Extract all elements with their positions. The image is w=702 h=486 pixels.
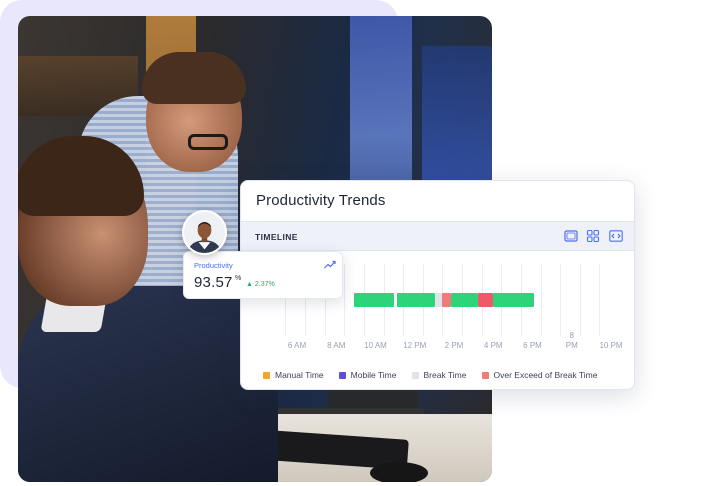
timeline-legend: Manual Time Mobile Time Break Time Over Exc… xyxy=(263,369,612,381)
tick-label: 6 AM xyxy=(287,341,307,350)
tick-label: 10 AM xyxy=(364,341,387,350)
timeline-segment-manual[interactable] xyxy=(354,293,394,307)
legend-item: Break Time xyxy=(411,370,467,380)
productivity-value: 93.57 xyxy=(194,274,233,291)
user-portrait-icon xyxy=(184,212,225,253)
legend-label: Manual Time xyxy=(275,370,324,380)
legend-label: Break Time xyxy=(423,370,467,380)
legend-swatch xyxy=(338,371,346,379)
productivity-unit: % xyxy=(235,275,242,282)
grid-line xyxy=(344,264,346,336)
timeline-segment-over-exceed[interactable] xyxy=(442,293,452,307)
grid-line xyxy=(599,264,601,336)
screen-icon[interactable] xyxy=(564,230,578,242)
tick-label: 10 PM xyxy=(599,341,623,350)
legend-swatch xyxy=(263,371,270,379)
legend-swatch xyxy=(411,371,419,379)
productivity-change: ▲ 2.37% xyxy=(246,281,275,288)
timeline-segment-manual[interactable] xyxy=(492,293,534,307)
photo-mouse xyxy=(370,462,428,482)
panel-title: Productivity Trends xyxy=(256,192,386,209)
legend-item: Mobile Time xyxy=(338,370,397,380)
tick-label: 2 PM xyxy=(444,341,464,350)
photo-standing-man-hair xyxy=(142,52,246,104)
legend-label: Over Exceed of Break Time xyxy=(493,370,598,380)
grid-icon[interactable] xyxy=(586,230,600,242)
avatar xyxy=(182,210,227,255)
productivity-card: Productivity 93.57 % ▲ 2.37% xyxy=(183,251,343,299)
tick-label: 4 PM xyxy=(483,341,503,350)
timeline-segment-break[interactable] xyxy=(435,293,443,307)
grid-line xyxy=(579,264,581,336)
timeline-segment-manual[interactable] xyxy=(397,293,435,307)
timeline-toolbar: TIMELINE xyxy=(241,221,634,251)
tick-label: 8 PM xyxy=(565,331,578,350)
timeline-segment-manual[interactable] xyxy=(451,293,479,307)
tick-label: 8 AM xyxy=(327,341,346,350)
legend-label: Mobile Time xyxy=(350,370,397,380)
grid-line xyxy=(560,264,562,336)
timeline-label: TIMELINE xyxy=(255,232,298,242)
code-icon[interactable] xyxy=(609,230,623,242)
tick-label: 12 PM xyxy=(403,341,427,350)
productivity-label: Productivity xyxy=(194,261,233,270)
grid-line xyxy=(540,264,542,336)
timeline-segment-over-exceed[interactable] xyxy=(478,293,493,307)
legend-item: Manual Time xyxy=(263,370,324,380)
legend-swatch xyxy=(481,371,489,379)
photo-glasses xyxy=(188,134,228,150)
legend-item: Over Exceed of Break Time xyxy=(481,370,598,380)
trend-up-icon xyxy=(324,260,336,269)
tick-label: 6 PM xyxy=(523,341,542,350)
